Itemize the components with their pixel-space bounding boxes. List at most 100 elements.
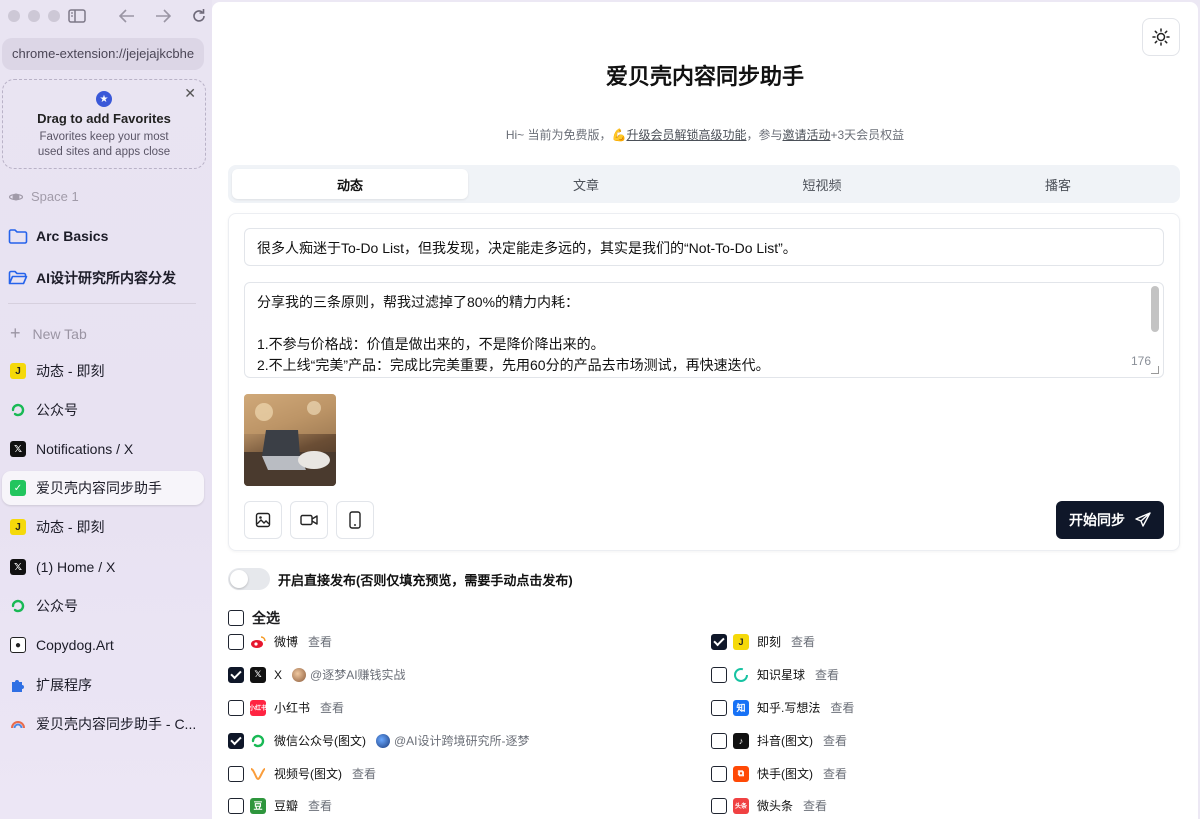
sidebar: chrome-extension://jejejajkcbhe ★ Drag t… [0,0,212,819]
select-all-row[interactable]: 全选 [228,608,280,628]
favorites-dropzone[interactable]: ★ Drag to add Favorites Favorites keep y… [2,79,206,169]
close-window-button[interactable] [8,10,20,22]
reload-icon[interactable] [188,6,210,26]
platform-checkbox[interactable] [228,633,244,650]
platform-checkbox[interactable] [711,797,727,814]
resize-handle[interactable] [1151,366,1159,374]
platform-kuaishou: ⧉ 快手(图文) 查看 [711,765,847,782]
wechat-icon [10,598,26,614]
url-bar[interactable]: chrome-extension://jejejajkcbhe [2,38,204,70]
select-all-checkbox[interactable] [228,610,244,626]
sidebar-tab-wechat[interactable]: 公众号 [2,393,204,427]
phone-icon [349,511,361,529]
tab-short-video[interactable]: 短视频 [704,169,940,199]
add-video-button[interactable] [290,501,328,539]
favorites-title: Drag to add Favorites [37,111,171,126]
platform-name: X [274,667,283,682]
view-link[interactable]: 查看 [308,797,332,814]
browser-toolbar [66,6,210,26]
sidebar-tab-wechat-2[interactable]: 公众号 [2,589,204,623]
zoom-window-button[interactable] [48,10,60,22]
platform-wechat-article: 微信公众号(图文) @AI设计跨境研究所-逐梦 [228,732,530,749]
platform-checkbox[interactable] [228,666,244,683]
platform-douyin: ♪ 抖音(图文) 查看 [711,732,847,749]
view-link[interactable]: 查看 [320,699,344,716]
sidebar-tab-jike-2[interactable]: J 动态 - 即刻 [2,510,204,544]
post-title-input[interactable]: 很多人痴迷于To-Do List，但我发现，决定能走多远的，其实是我们的“Not… [244,228,1164,266]
mobile-preview-button[interactable] [336,501,374,539]
new-tab-label: New Tab [32,325,87,342]
platform-weibo: 微博 查看 [228,633,332,650]
view-link[interactable]: 查看 [352,765,376,782]
tab-label: (1) Home / X [36,559,116,575]
sidebar-tab-aibeike-c[interactable]: 爱贝壳内容同步助手 - C... [2,707,204,741]
sidebar-tab-jike[interactable]: J 动态 - 即刻 [2,354,204,388]
platform-toutiao: 头条 微头条 查看 [711,797,827,814]
tab-dynamic[interactable]: 动态 [232,169,468,199]
folder-label: Arc Basics [36,228,109,244]
direct-publish-toggle[interactable] [228,568,270,590]
attached-image-thumbnail[interactable] [244,394,336,486]
platform-checkbox[interactable] [228,732,244,749]
theme-toggle-button[interactable] [1142,18,1180,56]
direct-publish-row: 开启直接发布(否则仅填充预览，需要手动点击发布) [228,568,573,590]
view-link[interactable]: 查看 [803,797,827,814]
start-sync-button[interactable]: 开始同步 [1056,501,1164,539]
platform-checkbox[interactable] [228,797,244,814]
platform-name: 知识星球 [757,668,806,682]
platform-checkbox[interactable] [711,699,727,716]
view-link[interactable]: 查看 [823,732,847,749]
platform-checkbox[interactable] [711,633,727,650]
sun-icon [1152,28,1170,46]
sync-label: 开始同步 [1069,512,1125,528]
char-count: 176 [1130,354,1151,368]
post-body-textarea[interactable]: 分享我的三条原则，帮我过滤掉了80%的精力内耗： 1.不参与价格战：价值是做出来… [244,282,1164,378]
tab-podcast[interactable]: 播客 [940,169,1176,199]
account-name: @逐梦AI赚钱实战 [310,668,406,682]
send-icon [1135,512,1151,527]
close-icon[interactable]: ✕ [184,85,196,102]
content-type-tabs: 动态 文章 短视频 播客 [228,165,1180,203]
invite-link[interactable]: 邀请活动 [782,128,830,142]
platform-name: 视频号(图文) [274,767,342,781]
sidebar-tab-x-notifications[interactable]: 𝕏 Notifications / X [2,432,204,466]
folder-ai-design[interactable]: AI设计研究所内容分发 [8,268,176,288]
tab-label: 爱贝壳内容同步助手 [36,480,162,496]
view-link[interactable]: 查看 [823,765,847,782]
sidebar-tab-aibeike[interactable]: ✓ 爱贝壳内容同步助手 [2,471,204,505]
platform-checkbox[interactable] [711,732,727,749]
sidebar-toggle-icon[interactable] [66,6,88,26]
planet-icon [9,193,23,200]
view-link[interactable]: 查看 [815,666,839,683]
weibo-icon [250,634,266,650]
add-image-button[interactable] [244,501,282,539]
view-link[interactable]: 查看 [791,633,815,650]
folder-arc-basics[interactable]: Arc Basics [8,228,108,244]
view-link[interactable]: 查看 [830,699,854,716]
back-arrow-icon[interactable] [116,6,138,26]
platform-checkbox[interactable] [228,765,244,782]
tab-label: 动态 - 即刻 [36,519,105,535]
platform-checkbox[interactable] [711,666,727,683]
view-link[interactable]: 查看 [308,633,332,650]
sidebar-tab-extensions[interactable]: 扩展程序 [2,668,204,702]
upgrade-link[interactable]: 升级会员解锁高级功能 [626,128,746,142]
minimize-window-button[interactable] [28,10,40,22]
platform-zhihu: 知 知乎.写想法 查看 [711,699,854,716]
space-switcher[interactable]: Space 1 [9,189,79,204]
platform-name: 小红书 [274,701,311,715]
tab-label: 公众号 [36,402,78,418]
platform-checkbox[interactable] [711,765,727,782]
folder-label: AI设计研究所内容分发 [36,270,176,286]
new-tab-button[interactable]: + New Tab [10,323,87,344]
platform-name: 豆瓣 [274,799,299,813]
tab-article[interactable]: 文章 [468,169,704,199]
textarea-scrollbar[interactable] [1151,286,1159,332]
forward-arrow-icon[interactable] [152,6,174,26]
membership-notice: Hi~ 当前为免费版，💪升级会员解锁高级功能，参与邀请活动+3天会员权益 [212,126,1198,143]
sidebar-tab-copydog[interactable]: ● Copydog.Art [2,628,204,662]
xiaohongshu-icon: 小红书 [249,699,267,716]
sidebar-tab-x-home[interactable]: 𝕏 (1) Home / X [2,550,204,584]
notice-suffix: +3天会员权益 [830,128,905,142]
platform-checkbox[interactable] [228,699,244,716]
